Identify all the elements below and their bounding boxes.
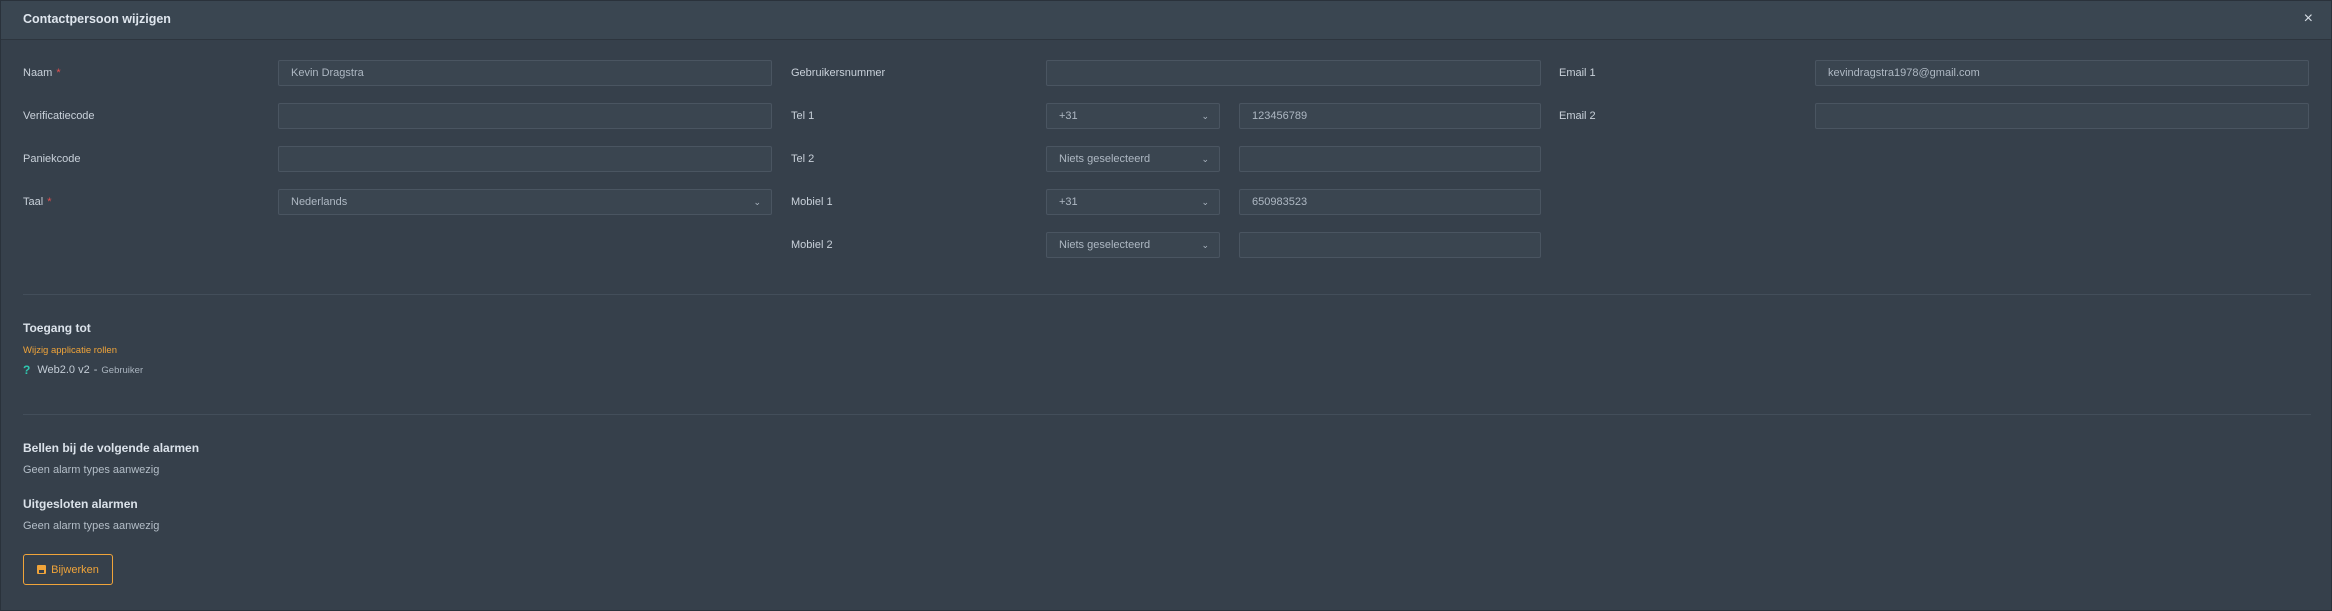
email1-label: Email 1	[1559, 67, 1596, 79]
email2-input[interactable]	[1815, 103, 2309, 129]
tel1-country-select[interactable]: +31 ⌄	[1046, 103, 1220, 129]
chevron-down-icon: ⌄	[1201, 240, 1209, 250]
mobiel2-country-value: Niets geselecteerd	[1059, 239, 1151, 251]
mobiel1-number-input[interactable]: 650983523	[1239, 189, 1541, 215]
verificatiecode-input[interactable]	[278, 103, 772, 129]
email1-input[interactable]: kevindragstra1978@gmail.com	[1815, 60, 2309, 86]
close-icon[interactable]: ×	[2304, 10, 2313, 28]
excluded-alarms-empty-text: Geen alarm types aanwezig	[23, 520, 160, 532]
taal-select[interactable]: Nederlands ⌄	[278, 189, 772, 215]
role-type: Gebruiker	[101, 364, 144, 376]
gebruikersnummer-label: Gebruikersnummer	[791, 67, 886, 79]
chevron-down-icon: ⌄	[1201, 197, 1209, 207]
paniekcode-label: Paniekcode	[23, 153, 81, 165]
call-alarms-empty-text: Geen alarm types aanwezig	[23, 464, 160, 476]
paniekcode-input[interactable]	[278, 146, 772, 172]
tel1-label: Tel 1	[791, 110, 815, 122]
divider	[23, 294, 2311, 295]
mobiel1-country-value: +31	[1059, 196, 1078, 208]
chevron-down-icon: ⌄	[753, 197, 761, 207]
taal-label: Taal *	[23, 196, 52, 208]
save-button-label: Bijwerken	[51, 563, 99, 576]
mobiel1-label: Mobiel 1	[791, 196, 833, 208]
question-icon: ?	[23, 363, 31, 377]
tel1-number-input[interactable]: 123456789	[1239, 103, 1541, 129]
access-heading: Toegang tot	[23, 321, 91, 335]
tel2-country-select[interactable]: Niets geselecteerd ⌄	[1046, 146, 1220, 172]
modal-header: Contactpersoon wijzigen ×	[1, 1, 2331, 40]
tel1-country-value: +31	[1059, 110, 1078, 122]
mobiel2-number-input[interactable]	[1239, 232, 1541, 258]
edit-roles-link[interactable]: Wijzig applicatie rollen	[23, 345, 117, 356]
save-button[interactable]: Bijwerken	[23, 554, 113, 585]
role-separator: -	[93, 364, 98, 376]
naam-label: Naam *	[23, 67, 61, 79]
call-alarms-heading: Bellen bij de volgende alarmen	[23, 441, 200, 455]
role-item: ? Web2.0 v2 - Gebruiker	[23, 363, 143, 377]
verificatiecode-label: Verificatiecode	[23, 110, 95, 122]
tel2-country-value: Niets geselecteerd	[1059, 153, 1151, 165]
mobiel2-label: Mobiel 2	[791, 239, 833, 251]
chevron-down-icon: ⌄	[1201, 111, 1209, 121]
mobiel2-country-select[interactable]: Niets geselecteerd ⌄	[1046, 232, 1220, 258]
chevron-down-icon: ⌄	[1201, 154, 1209, 164]
excluded-alarms-heading: Uitgesloten alarmen	[23, 497, 138, 511]
modal-title: Contactpersoon wijzigen	[23, 12, 171, 26]
edit-contact-modal: Contactpersoon wijzigen × Naam * Kevin Dr…	[0, 0, 2332, 611]
role-name: Web2.0 v2	[37, 364, 90, 376]
taal-value: Nederlands	[291, 196, 348, 208]
save-icon	[37, 565, 47, 574]
mobiel1-country-select[interactable]: +31 ⌄	[1046, 189, 1220, 215]
tel2-label: Tel 2	[791, 153, 815, 165]
divider	[23, 414, 2311, 415]
naam-input[interactable]: Kevin Dragstra	[278, 60, 772, 86]
tel2-number-input[interactable]	[1239, 146, 1541, 172]
gebruikersnummer-input[interactable]	[1046, 60, 1541, 86]
email2-label: Email 2	[1559, 110, 1596, 122]
